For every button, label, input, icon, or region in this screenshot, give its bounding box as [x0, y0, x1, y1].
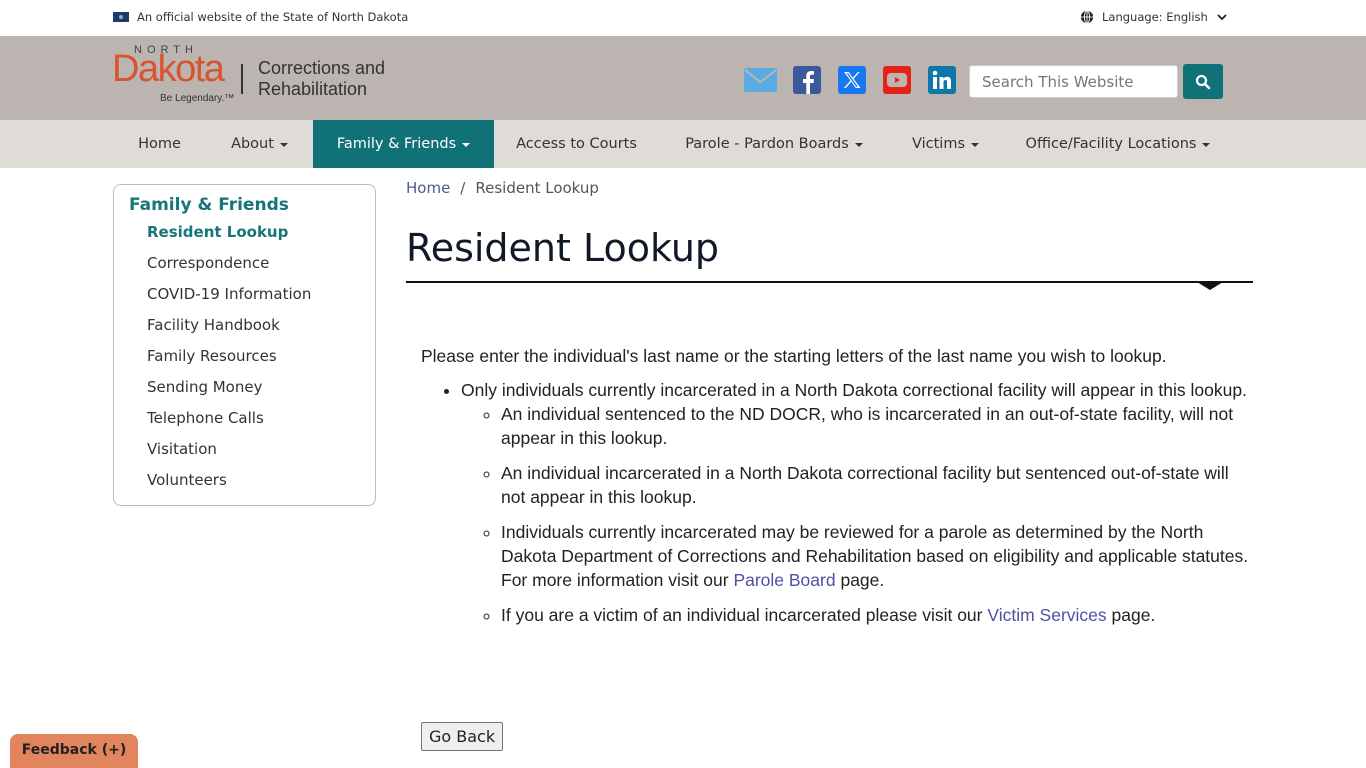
x-twitter-link[interactable] [838, 66, 866, 94]
nav-about-label: About [231, 136, 274, 152]
nav-family-friends[interactable]: Family & Friends [313, 120, 494, 168]
logo-dakota: Dakota [112, 48, 225, 90]
chevron-down-icon [1217, 14, 1227, 21]
nav-home[interactable]: Home [113, 120, 206, 168]
caret-down-icon [854, 143, 863, 147]
youtube-icon [887, 73, 907, 87]
nav-parole-label: Parole - Pardon Boards [685, 136, 849, 152]
list-item: Individuals currently incarcerated may b… [501, 520, 1251, 592]
caret-down-icon [971, 143, 979, 147]
linkedin-link[interactable] [928, 66, 956, 94]
nd-docr-logo[interactable]: NORTH Dakota Be Legendary.™ Corrections … [112, 44, 392, 114]
breadcrumb: Home / Resident Lookup [406, 179, 599, 197]
nav-access-to-courts-label: Access to Courts [516, 136, 637, 152]
intro-text: Please enter the individual's last name … [421, 346, 1167, 366]
official-banner: An official website of the State of Nort… [0, 0, 1366, 36]
nav-access-to-courts[interactable]: Access to Courts [494, 120, 659, 168]
breadcrumb-current: Resident Lookup [475, 179, 599, 197]
sidebar-nav: Family & Friends Resident Lookup Corresp… [113, 184, 376, 506]
x-icon [844, 72, 861, 88]
nav-locations-label: Office/Facility Locations [1025, 136, 1197, 152]
nd-flag-icon [113, 12, 129, 22]
logo-divider [241, 64, 243, 94]
sub3-after-text: page. [835, 570, 885, 590]
list-item: An individual sentenced to the ND DOCR, … [501, 402, 1251, 450]
nav-family-friends-label: Family & Friends [336, 136, 457, 152]
nav-parole-pardon-boards[interactable]: Parole - Pardon Boards [659, 120, 889, 168]
caret-down-icon [1202, 143, 1211, 147]
title-divider-notch [1197, 282, 1223, 290]
page-title: Resident Lookup [406, 226, 720, 270]
title-divider [406, 281, 1253, 283]
email-link[interactable] [744, 66, 777, 94]
search-icon [1195, 74, 1211, 89]
logo-tagline: Be Legendary.™ [160, 93, 235, 104]
nav-home-label: Home [138, 136, 181, 152]
nav-victims[interactable]: Victims [889, 120, 1002, 168]
email-icon [744, 68, 777, 92]
sidebar-item-covid-19[interactable]: COVID-19 Information [147, 283, 375, 314]
instructions-list: Only individuals currently incarcerated … [421, 378, 1251, 627]
list-item: Only individuals currently incarcerated … [461, 378, 1251, 627]
site-search-input[interactable] [969, 65, 1178, 98]
linkedin-icon [932, 70, 951, 89]
sub-list: An individual sentenced to the ND DOCR, … [461, 402, 1251, 627]
language-selector[interactable]: Language: English [1080, 10, 1228, 24]
bullet-text: Only individuals currently incarcerated … [461, 380, 1247, 400]
logo-agency-name: Corrections and Rehabilitation [258, 58, 385, 100]
caret-down-icon [462, 143, 471, 147]
feedback-button[interactable]: Feedback (+) [10, 734, 138, 768]
agency-line-2: Rehabilitation [258, 79, 368, 99]
nav-victims-label: Victims [912, 136, 965, 152]
go-back-button[interactable]: Go Back [421, 722, 504, 751]
sidebar-item-volunteers[interactable]: Volunteers [147, 469, 375, 500]
official-text: An official website of the State of Nort… [137, 10, 409, 24]
nav-office-facility-locations[interactable]: Office/Facility Locations [1002, 120, 1234, 168]
main-nav: Home About Family & Friends Access to Co… [0, 120, 1366, 168]
nav-about[interactable]: About [206, 120, 313, 168]
sidebar-title[interactable]: Family & Friends [129, 195, 375, 215]
breadcrumb-home[interactable]: Home [406, 179, 450, 197]
sidebar-item-visitation[interactable]: Visitation [147, 438, 375, 469]
sidebar-item-sending-money[interactable]: Sending Money [147, 376, 375, 407]
sidebar-item-facility-handbook[interactable]: Facility Handbook [147, 314, 375, 345]
victim-services-link[interactable]: Victim Services [987, 605, 1106, 625]
sidebar-item-telephone-calls[interactable]: Telephone Calls [147, 407, 375, 438]
list-item: If you are a victim of an individual inc… [501, 603, 1251, 627]
globe-icon [1080, 10, 1094, 24]
youtube-link[interactable] [883, 66, 911, 94]
sidebar-list: Resident Lookup Correspondence COVID-19 … [129, 221, 375, 500]
agency-line-1: Corrections and [258, 58, 386, 78]
sub4-after-text: page. [1106, 605, 1156, 625]
sidebar-item-resident-lookup[interactable]: Resident Lookup [147, 221, 375, 252]
site-header: NORTH Dakota Be Legendary.™ Corrections … [0, 36, 1366, 120]
lookup-instructions: Please enter the individual's last name … [421, 344, 1251, 638]
sidebar-item-correspondence[interactable]: Correspondence [147, 252, 375, 283]
list-item: An individual incarcerated in a North Da… [501, 461, 1251, 509]
breadcrumb-separator: / [460, 179, 466, 197]
facebook-icon [803, 71, 814, 94]
sidebar-item-family-resources[interactable]: Family Resources [147, 345, 375, 376]
sub4-text: If you are a victim of an individual inc… [501, 605, 988, 625]
parole-board-link[interactable]: Parole Board [733, 570, 835, 590]
facebook-link[interactable] [793, 66, 821, 94]
search-button[interactable] [1183, 64, 1223, 99]
caret-down-icon [279, 143, 288, 147]
language-label: Language: English [1102, 10, 1208, 24]
